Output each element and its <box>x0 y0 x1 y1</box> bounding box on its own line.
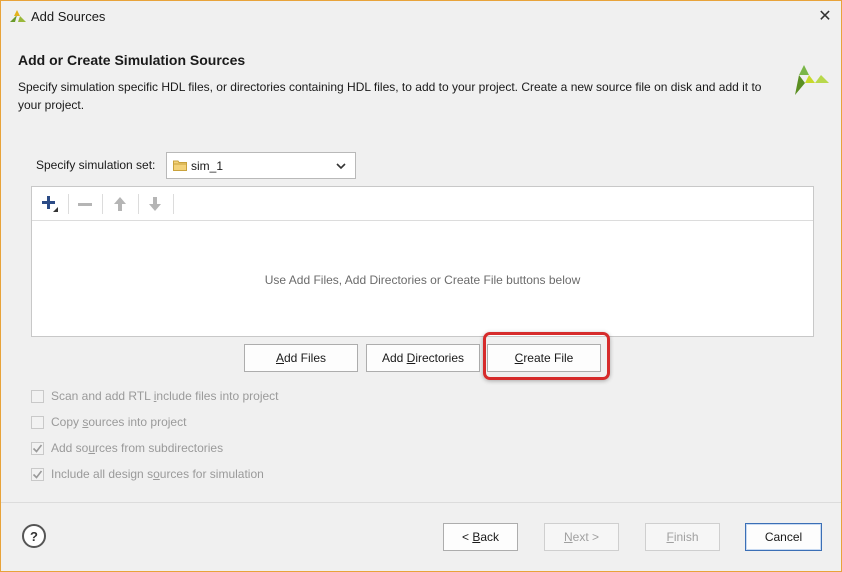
toolbar-separator <box>68 194 69 214</box>
label-pre: Scan and add RTL <box>51 389 154 403</box>
add-files-button[interactable]: Add Files <box>244 344 358 372</box>
window-title: Add Sources <box>31 9 106 24</box>
simulation-set-value: sim_1 <box>191 158 224 173</box>
option-label: Include all design sources for simulatio… <box>51 467 264 481</box>
label-rest: ources into project <box>88 415 187 429</box>
chevron-down-icon <box>336 163 346 170</box>
toolbar-separator <box>102 194 103 214</box>
option-label: Scan and add RTL include files into proj… <box>51 389 279 403</box>
help-button[interactable]: ? <box>22 524 46 548</box>
move-up-button[interactable] <box>108 193 132 215</box>
add-directories-button[interactable]: Add Directories <box>366 344 480 372</box>
add-files-label: Add Files <box>276 351 326 365</box>
label-rest: urces for simulation <box>159 467 264 481</box>
scan-rtl-include-checkbox[interactable]: Scan and add RTL include files into proj… <box>31 388 279 404</box>
label-rest: ack <box>480 530 500 544</box>
minus-icon <box>78 203 92 206</box>
mnemonic: A <box>275 351 284 365</box>
finish-button[interactable]: Finish <box>645 523 720 551</box>
label-pre: < <box>461 530 473 544</box>
cancel-button[interactable]: Cancel <box>745 523 822 551</box>
dialog-content: Add or Create Simulation Sources Specify… <box>2 32 840 502</box>
folder-icon <box>173 160 187 171</box>
add-source-button[interactable] <box>38 193 62 215</box>
page-description: Specify simulation specific HDL files, o… <box>18 80 762 112</box>
option-label: Add sources from subdirectories <box>51 441 223 455</box>
label-rest: rces from subdirectories <box>95 441 224 455</box>
help-icon: ? <box>30 528 38 544</box>
arrow-down-icon <box>149 197 161 211</box>
label-rest: inish <box>673 530 699 544</box>
arrow-up-icon <box>114 197 126 211</box>
finish-label: Finish <box>666 530 698 544</box>
cancel-label: Cancel <box>764 530 803 544</box>
next-label: Next > <box>564 530 599 544</box>
next-button[interactable]: Next > <box>544 523 619 551</box>
footer-divider <box>1 502 841 503</box>
create-file-highlight <box>483 332 610 380</box>
plus-icon <box>42 196 58 212</box>
list-toolbar <box>32 187 813 221</box>
add-subdirectories-checkbox[interactable]: Add sources from subdirectories <box>31 440 223 456</box>
checkbox-box <box>31 467 44 481</box>
back-button[interactable]: < Back <box>443 523 518 551</box>
simulation-set-dropdown[interactable]: sim_1 <box>166 152 356 179</box>
move-down-button[interactable] <box>143 193 167 215</box>
checkbox-box <box>31 415 44 429</box>
title-bar: Add Sources ✕ <box>1 1 841 31</box>
sources-list-panel[interactable]: Use Add Files, Add Directories or Create… <box>31 186 814 337</box>
add-directories-label: Add Directories <box>382 351 464 365</box>
label-pre: Add <box>381 351 407 365</box>
back-label: < Back <box>462 530 499 544</box>
page-title: Add or Create Simulation Sources <box>18 52 246 68</box>
xilinx-logo-icon <box>795 65 829 95</box>
mnemonic: N <box>563 530 573 544</box>
remove-source-button[interactable] <box>73 193 97 215</box>
toolbar-separator <box>138 194 139 214</box>
include-design-sources-checkbox[interactable]: Include all design sources for simulatio… <box>31 466 264 482</box>
label-pre: Add so <box>51 441 89 455</box>
label-rest: ext > <box>572 530 600 544</box>
vivado-logo-icon <box>10 10 26 22</box>
close-button[interactable]: ✕ <box>813 6 837 26</box>
label-pre: Include all design s <box>51 467 154 481</box>
checkbox-box <box>31 389 44 403</box>
label-pre: Copy <box>51 415 83 429</box>
mnemonic: F <box>666 530 674 544</box>
empty-list-hint: Use Add Files, Add Directories or Create… <box>264 273 581 287</box>
checkmark-icon <box>32 470 43 479</box>
toolbar-separator <box>173 194 174 214</box>
checkmark-icon <box>32 444 43 453</box>
label-rest: nclude files into project <box>156 389 279 403</box>
label-rest: irectories <box>415 351 465 365</box>
close-icon: ✕ <box>818 8 832 25</box>
option-label: Copy sources into project <box>51 415 186 429</box>
simulation-set-label: Specify simulation set: <box>36 158 156 172</box>
mnemonic: o <box>153 467 160 481</box>
checkbox-box <box>31 441 44 455</box>
copy-sources-checkbox[interactable]: Copy sources into project <box>31 414 186 430</box>
label-rest: dd Files <box>283 351 327 365</box>
add-sources-dialog: Add Sources ✕ Add or Create Simulation S… <box>0 0 842 572</box>
